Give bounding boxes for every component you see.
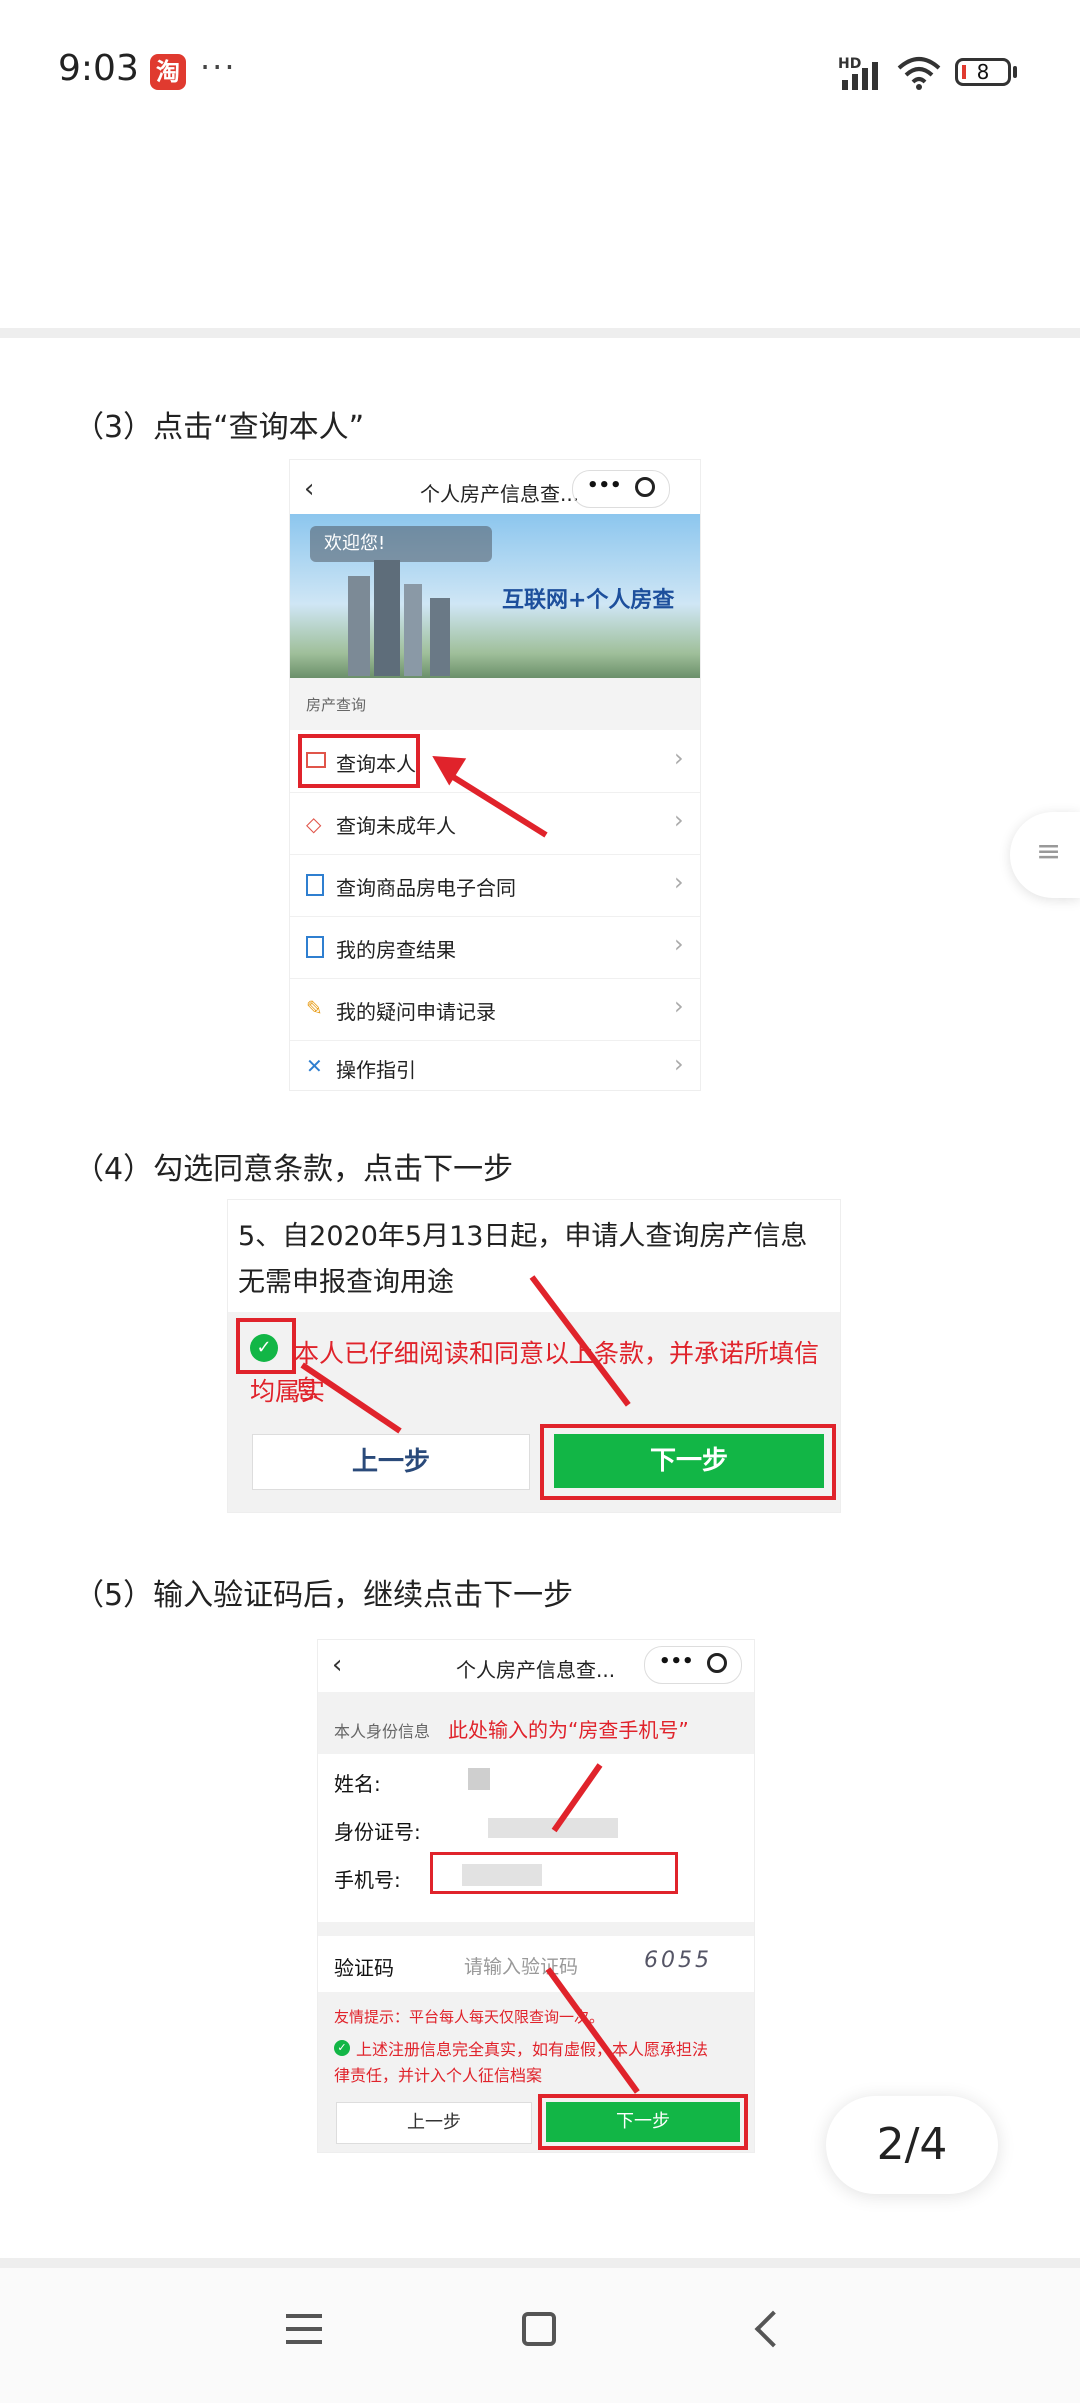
status-bar: 9:03 淘 ··· HD 8 bbox=[0, 0, 1080, 140]
section-title: 房产查询 bbox=[306, 696, 367, 714]
annotation-text: 此处输入的为“房查手机号” bbox=[448, 1718, 689, 1742]
screenshot-step4: 5、自2020年5月13日起，申请人查询房产信息 无需申报查询用途 ✓ 本人已仔… bbox=[228, 1200, 840, 1512]
more-icon[interactable]: ••• bbox=[659, 1651, 694, 1672]
menu-label: 查询商品房电子合同 bbox=[336, 876, 516, 900]
clause-line1: 5、自2020年5月13日起，申请人查询房产信息 bbox=[238, 1221, 808, 1252]
drag-handle-icon: ≡ bbox=[1036, 834, 1062, 869]
screenshot-step3: ‹ 个人房产信息查... ••• 欢迎您! 互联网+个人房查 房产查询 查询本人… bbox=[290, 460, 700, 1090]
back-nav-icon[interactable] bbox=[754, 2310, 792, 2348]
battery-icon: 8 bbox=[955, 58, 1011, 86]
mini-navbar: ‹ 个人房产信息查... ••• bbox=[318, 1640, 754, 1692]
step3-heading: （3）点击“查询本人” bbox=[74, 410, 365, 445]
step5-heading: （5）输入验证码后，继续点击下一步 bbox=[74, 1578, 574, 1613]
declaration-check-icon[interactable]: ✓ bbox=[334, 2040, 350, 2056]
top-divider bbox=[0, 328, 1080, 338]
highlight-box-phone bbox=[430, 1852, 678, 1894]
banner-image: 欢迎您! 互联网+个人房查 bbox=[290, 514, 700, 678]
edit-icon: ✎ bbox=[306, 996, 323, 1020]
back-icon[interactable]: ‹ bbox=[304, 474, 314, 504]
more-notifications-icon: ··· bbox=[200, 48, 237, 86]
id-label: 身份证号: bbox=[334, 1820, 421, 1844]
building-1 bbox=[348, 576, 370, 676]
chevron-right-icon: › bbox=[674, 930, 684, 958]
mini-title: 个人房产信息查... bbox=[456, 1658, 616, 1682]
graduation-cap-icon: ◇ bbox=[306, 812, 322, 836]
side-scroll-handle[interactable]: ≡ bbox=[1010, 812, 1080, 898]
building-2 bbox=[374, 560, 400, 676]
agree-text-line2: 均属实 bbox=[250, 1377, 326, 1406]
mini-title: 个人房产信息查... bbox=[420, 482, 580, 506]
menu-label: 我的房查结果 bbox=[336, 938, 456, 962]
home-nav-icon[interactable] bbox=[522, 2312, 556, 2346]
page-indicator: 2/4 bbox=[826, 2096, 998, 2194]
close-miniprogram-icon[interactable] bbox=[635, 477, 655, 497]
prev-button[interactable]: 上一步 bbox=[336, 2102, 532, 2144]
menu-item-contract[interactable]: 查询商品房电子合同 › bbox=[290, 854, 700, 917]
tip-text: 友情提示：平台每人每天仅限查询一次。 bbox=[334, 2008, 605, 2026]
banner-text: 互联网+个人房查 bbox=[502, 588, 675, 613]
capsule-menu[interactable]: ••• bbox=[644, 1646, 742, 1684]
result-doc-icon bbox=[306, 936, 324, 958]
highlight-box-next bbox=[540, 1424, 836, 1500]
declaration-line2: 律责任，并计入个人征信档案 bbox=[334, 2066, 543, 2085]
menu-label: 我的疑问申请记录 bbox=[336, 1000, 496, 1024]
more-icon[interactable]: ••• bbox=[587, 475, 622, 496]
menu-label: 查询未成年人 bbox=[336, 814, 456, 838]
wifi-icon bbox=[897, 57, 941, 90]
captcha-image[interactable]: 6055 bbox=[644, 1948, 712, 1973]
declaration-line1: 上述注册信息完全真实，如有虚假，本人愿承担法 bbox=[356, 2040, 709, 2059]
screenshot-step5: ‹ 个人房产信息查... ••• 本人身份信息 此处输入的为“房查手机号” 姓名… bbox=[318, 1640, 754, 2152]
building-4 bbox=[430, 598, 450, 676]
signal-icon bbox=[842, 62, 878, 90]
phone-label: 手机号: bbox=[334, 1868, 401, 1892]
bottom-divider bbox=[0, 2258, 1080, 2268]
agree-text-line1: 本人已仔细阅读和同意以上条款，并承诺所填信息 bbox=[294, 1339, 820, 1404]
close-miniprogram-icon[interactable] bbox=[707, 1653, 727, 1673]
contract-icon bbox=[306, 874, 324, 896]
captcha-input[interactable]: 请输入验证码 bbox=[464, 1952, 578, 1979]
captcha-row: 验证码 请输入验证码 6055 bbox=[318, 1936, 754, 1992]
name-label: 姓名: bbox=[334, 1772, 381, 1796]
menu-item-results[interactable]: 我的房查结果 › bbox=[290, 916, 700, 979]
status-time: 9:03 bbox=[58, 48, 139, 89]
highlight-box-next bbox=[538, 2094, 748, 2150]
menu-nav-icon[interactable] bbox=[286, 2314, 322, 2344]
tools-icon: ✕ bbox=[306, 1054, 323, 1078]
battery-tip bbox=[1013, 66, 1017, 78]
captcha-label: 验证码 bbox=[334, 1956, 394, 1980]
welcome-label: 欢迎您! bbox=[310, 526, 492, 562]
chevron-right-icon: › bbox=[674, 1050, 684, 1078]
chevron-right-icon: › bbox=[674, 992, 684, 1020]
menu-label: 操作指引 bbox=[336, 1058, 416, 1082]
step4-heading: （4）勾选同意条款，点击下一步 bbox=[74, 1152, 514, 1187]
chevron-right-icon: › bbox=[674, 744, 684, 772]
menu-item-guide[interactable]: ✕ 操作指引 › bbox=[290, 1040, 700, 1090]
menu-item-inquiry-records[interactable]: ✎ 我的疑问申请记录 › bbox=[290, 978, 700, 1041]
section-header: 房产查询 bbox=[290, 678, 700, 730]
highlight-box bbox=[298, 734, 420, 788]
chevron-right-icon: › bbox=[674, 868, 684, 896]
prev-button[interactable]: 上一步 bbox=[252, 1434, 530, 1490]
identity-form: 姓名: 身份证号: 手机号: bbox=[318, 1754, 754, 1922]
capsule-menu[interactable]: ••• bbox=[572, 470, 670, 508]
chevron-right-icon: › bbox=[674, 806, 684, 834]
agreement-panel: ✓ 本人已仔细阅读和同意以上条款，并承诺所填信息 均属实 上一步 下一步 bbox=[228, 1312, 840, 1512]
section-title: 本人身份信息 bbox=[334, 1722, 431, 1741]
name-value bbox=[468, 1768, 490, 1790]
clause-line2: 无需申报查询用途 bbox=[238, 1267, 454, 1298]
building-3 bbox=[404, 584, 422, 676]
system-nav-bar bbox=[0, 2268, 1080, 2403]
highlight-box-checkbox bbox=[236, 1318, 296, 1374]
back-icon[interactable]: ‹ bbox=[332, 1650, 342, 1680]
taobao-app-icon: 淘 bbox=[150, 54, 186, 90]
